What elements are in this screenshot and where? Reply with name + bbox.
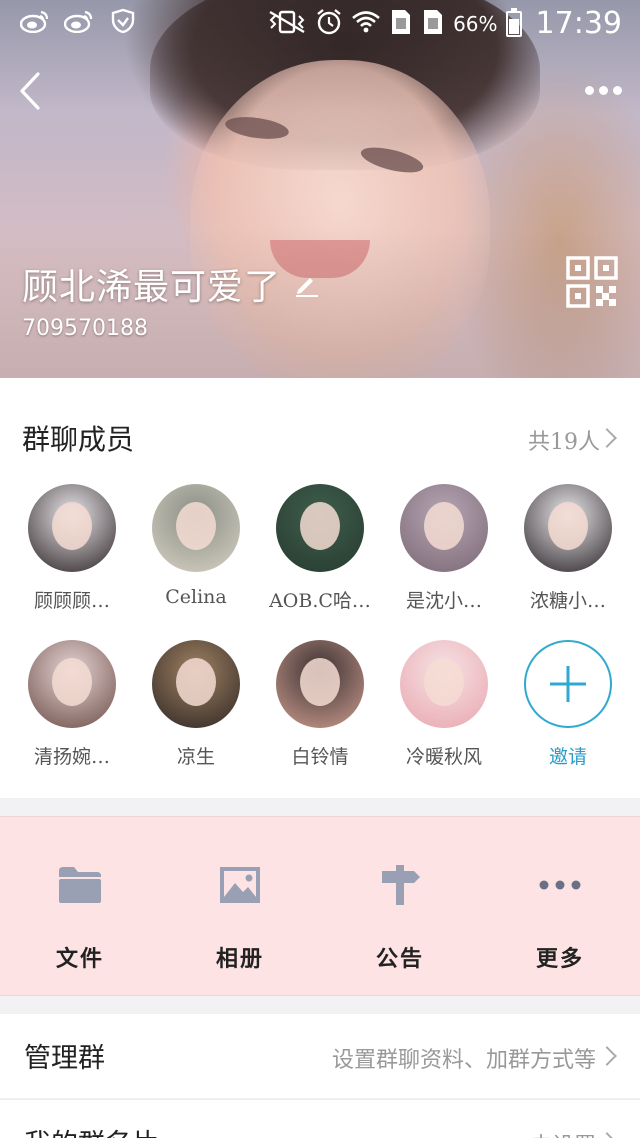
my-group-card-label: 我的群名片 — [24, 1122, 159, 1138]
signpost-icon — [376, 861, 424, 909]
member-avatar — [28, 640, 116, 728]
member-item[interactable]: 顾顾顾… — [10, 484, 134, 613]
wifi-icon — [351, 8, 381, 40]
member-name: 是沈小… — [405, 590, 482, 612]
announcement-button[interactable]: 公告 — [320, 817, 480, 997]
folder-icon — [56, 861, 104, 909]
more-actions-button[interactable]: 更多 — [480, 817, 640, 997]
member-avatar — [524, 484, 612, 572]
invite-avatar — [524, 640, 612, 728]
member-name: 清扬婉… — [33, 746, 110, 768]
album-label: 相册 — [215, 946, 264, 972]
member-avatar — [400, 640, 488, 728]
member-item[interactable]: 冷暖秋风 — [382, 640, 506, 769]
member-name: 浓糖小… — [529, 590, 606, 612]
member-name: 凉生 — [176, 746, 215, 768]
chevron-right-icon — [597, 1046, 617, 1066]
member-name: 冷暖秋风 — [405, 746, 482, 768]
member-name: 顾顾顾… — [33, 590, 110, 612]
weibo-icon — [64, 8, 94, 34]
announcement-label: 公告 — [375, 946, 424, 972]
member-item[interactable]: 清扬婉… — [10, 640, 134, 769]
more-horizontal-icon — [584, 85, 622, 95]
more-horizontal-icon — [536, 861, 584, 909]
member-item[interactable]: Celina — [134, 484, 258, 608]
invite-button[interactable]: 邀请 — [506, 640, 630, 769]
image-icon — [216, 861, 264, 909]
my-group-card-value: 未设置 — [530, 1128, 596, 1138]
pencil-icon[interactable] — [291, 269, 321, 299]
files-button[interactable]: 文件 — [0, 817, 160, 997]
chevron-left-icon — [20, 72, 40, 110]
member-name: Celina — [165, 586, 227, 608]
member-item[interactable]: 凉生 — [134, 640, 258, 769]
sim-card-icon — [389, 8, 413, 40]
members-count-link[interactable]: 共19人 — [528, 424, 600, 456]
sim-card-icon — [421, 8, 445, 40]
status-bar: 66% 17:39 — [0, 0, 640, 44]
group-name-text: 顾北浠最可爱了 — [22, 267, 282, 308]
group-name[interactable]: 顾北浠最可爱了 — [22, 258, 321, 310]
qr-code-icon[interactable] — [566, 256, 618, 308]
group-members-section: 群聊成员 共19人 顾顾顾… Celina AOB.C哈… 是沈小… 浓糖小… … — [0, 378, 640, 798]
status-bar-notifications — [20, 8, 138, 34]
invite-label: 邀请 — [548, 746, 587, 768]
manage-group-label: 管理群 — [24, 1043, 105, 1074]
status-time: 17:39 — [535, 6, 622, 41]
files-label: 文件 — [55, 946, 104, 972]
my-group-card-row[interactable]: 我的群名片 未设置 — [0, 1099, 640, 1138]
back-button[interactable] — [10, 66, 50, 116]
member-item[interactable]: 是沈小… — [382, 484, 506, 613]
member-avatar — [400, 484, 488, 572]
member-avatar — [152, 484, 240, 572]
chevron-right-icon — [597, 1132, 617, 1138]
manage-group-value: 设置群聊资料、加群方式等 — [331, 1048, 596, 1073]
vibrate-icon — [267, 9, 307, 39]
group-id: 709570188 — [22, 316, 148, 341]
album-button[interactable]: 相册 — [160, 817, 320, 997]
manage-group-row[interactable]: 管理群 设置群聊资料、加群方式等 — [0, 1014, 640, 1098]
member-name: 白铃情 — [291, 746, 349, 768]
status-bar-system: 66% 17:39 — [267, 6, 622, 41]
plus-icon — [550, 666, 586, 702]
member-avatar — [28, 484, 116, 572]
battery-level-fill — [508, 18, 519, 34]
member-item[interactable]: AOB.C哈… — [258, 484, 382, 613]
member-item[interactable]: 白铃情 — [258, 640, 382, 769]
member-avatar — [276, 484, 364, 572]
battery-icon — [505, 7, 522, 37]
chevron-right-icon — [597, 428, 617, 448]
member-name: AOB.C哈… — [269, 590, 371, 612]
members-title: 群聊成员 — [22, 423, 135, 456]
alarm-icon — [315, 8, 343, 40]
more-options-button[interactable] — [578, 72, 628, 108]
member-item[interactable]: 浓糖小… — [506, 484, 630, 613]
shield-icon — [108, 8, 138, 34]
weibo-icon — [20, 8, 50, 34]
member-avatar — [152, 640, 240, 728]
more-actions-label: 更多 — [535, 946, 584, 972]
member-avatar — [276, 640, 364, 728]
battery-percent: 66% — [453, 11, 498, 36]
group-actions-bar: 文件 相册 公告 更多 — [0, 816, 640, 996]
